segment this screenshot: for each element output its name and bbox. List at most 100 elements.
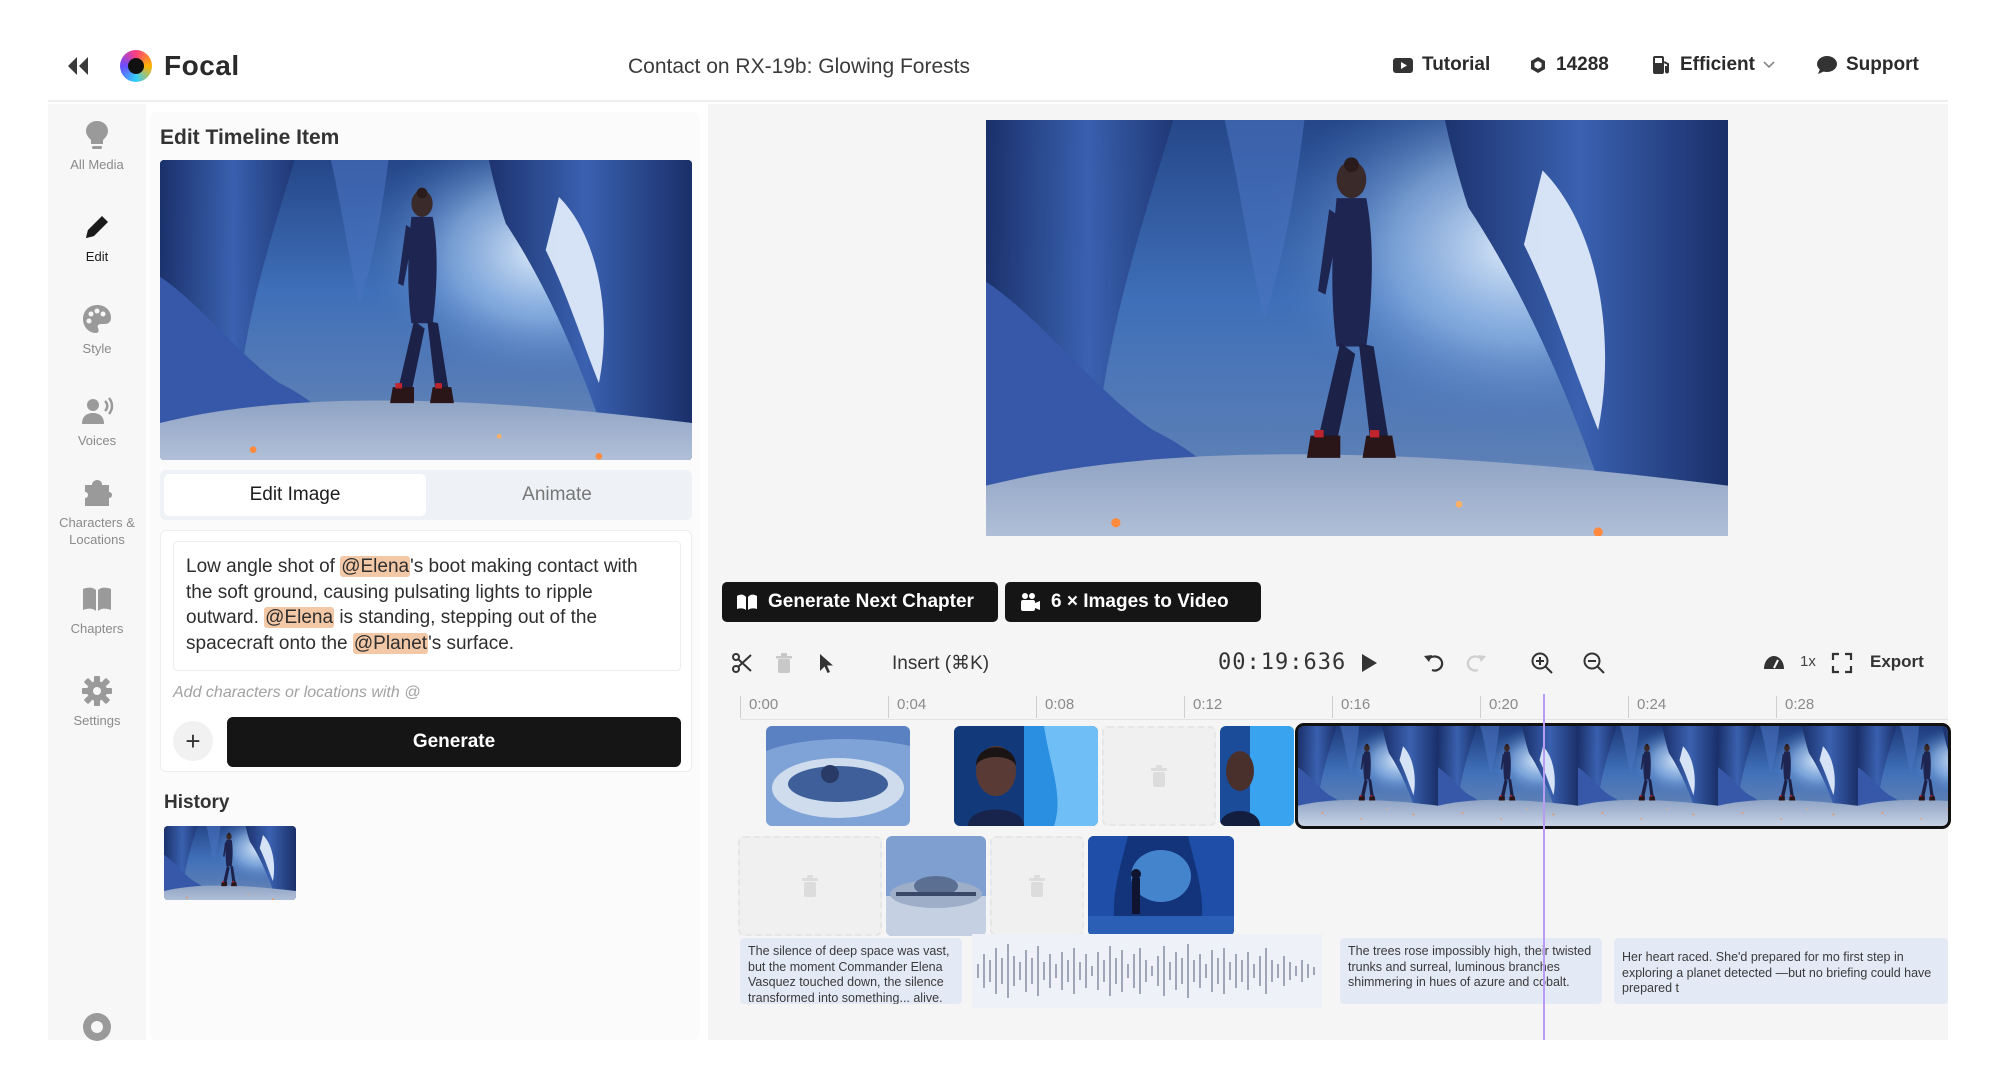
sidebar-item-style[interactable]: Style — [48, 302, 146, 357]
zoom-out-button[interactable] — [1582, 650, 1606, 676]
ruler-tick: 0:16 — [1332, 696, 1370, 718]
timeline-clip[interactable] — [886, 836, 986, 936]
generate-next-chapter-button[interactable]: Generate Next Chapter — [722, 582, 998, 622]
timeline-ruler[interactable]: 0:00 0:04 0:08 0:12 0:16 0:20 0:24 0:28 — [740, 692, 1948, 720]
prompt-textarea[interactable]: Low angle shot of @Elena's boot making c… — [173, 541, 681, 671]
pencil-icon — [86, 216, 108, 238]
empty-clip-placeholder[interactable] — [990, 836, 1084, 936]
insert-label[interactable]: Insert (⌘K) — [892, 652, 989, 675]
ruler-tick: 0:28 — [1776, 696, 1814, 718]
left-sidebar: All Media Edit Style Voices Characters &… — [48, 104, 146, 1041]
spaceship-thumbnail — [886, 836, 986, 936]
history-item[interactable] — [164, 826, 296, 900]
woman-forest-thumbnail — [1088, 836, 1234, 936]
tab-edit-image[interactable]: Edit Image — [164, 474, 426, 516]
gear-icon — [82, 676, 112, 706]
chevron-down-icon — [1763, 61, 1775, 69]
sidebar-item-all-media[interactable]: All Media — [48, 118, 146, 173]
app-name: Focal — [164, 50, 240, 81]
ruler-tick: 0:04 — [888, 696, 926, 718]
add-reference-button[interactable]: + — [173, 721, 213, 761]
tutorial-label: Tutorial — [1422, 54, 1491, 75]
delete-button[interactable] — [772, 650, 796, 676]
fuel-pump-icon — [1653, 56, 1669, 74]
double-chevron-left-icon — [68, 57, 88, 75]
narration-clip[interactable]: The trees rose impossibly high, their tw… — [1340, 938, 1602, 1004]
timeline-toolbar: Insert (⌘K) 00:19:636 1x Export — [722, 638, 1948, 688]
redo-button[interactable] — [1464, 650, 1488, 676]
export-button[interactable]: Export — [1870, 652, 1924, 672]
cursor-icon — [820, 654, 833, 673]
voice-icon — [82, 397, 114, 424]
audio-waveform[interactable] — [972, 934, 1322, 1008]
narration-text: The silence of deep space was vast, but … — [748, 944, 950, 1004]
select-tool-button[interactable] — [814, 650, 838, 676]
credits-count: 14288 — [1556, 54, 1609, 75]
mention-tag[interactable]: @Elena — [340, 556, 411, 577]
ruler-tick: 0:12 — [1184, 696, 1222, 718]
empty-clip-placeholder[interactable] — [1102, 726, 1216, 826]
sidebar-item-label-line2: Locations — [69, 532, 125, 547]
play-button[interactable] — [1356, 650, 1380, 676]
sidebar-item-edit[interactable]: Edit — [48, 210, 146, 265]
sidebar-item-settings[interactable]: Settings — [48, 674, 146, 729]
woman-profile-thumbnail — [1220, 726, 1294, 826]
zoom-out-icon — [1583, 652, 1605, 674]
images-to-video-button[interactable]: 6 × Images to Video — [1005, 582, 1261, 622]
app-logo[interactable]: Focal — [120, 50, 240, 82]
ruler-tick: 0:20 — [1480, 696, 1518, 718]
credits-indicator[interactable]: 14288 — [1528, 54, 1609, 76]
narration-clip[interactable]: Her heart raced. She'd prepared for mo f… — [1614, 938, 1948, 1004]
playback-speed-button[interactable] — [1762, 650, 1786, 676]
focal-logo-icon — [120, 50, 152, 82]
main-preview-image — [986, 120, 1728, 536]
sidebar-item-characters-locations[interactable]: Characters & Locations — [48, 476, 146, 548]
trash-icon — [802, 875, 818, 897]
mention-tag[interactable]: @Planet — [352, 632, 429, 654]
collapse-back-button[interactable] — [64, 52, 92, 80]
sidebar-item-label: All Media — [70, 157, 124, 172]
timeline-clip[interactable] — [766, 726, 910, 826]
tutorial-button[interactable]: Tutorial — [1392, 54, 1490, 76]
images-to-video-label: 6 × Images to Video — [1051, 591, 1229, 612]
tab-animate[interactable]: Animate — [426, 474, 688, 516]
panel-title: Edit Timeline Item — [160, 126, 340, 149]
support-button[interactable]: Support — [1816, 54, 1919, 76]
fullscreen-button[interactable] — [1830, 650, 1854, 676]
empty-clip-placeholder[interactable] — [738, 836, 882, 936]
prompt-card: Low angle shot of @Elena's boot making c… — [160, 530, 692, 772]
project-title[interactable]: Contact on RX-19b: Glowing Forests — [628, 55, 970, 79]
sidebar-item-label: Voices — [77, 433, 117, 448]
zoom-in-button[interactable] — [1530, 650, 1554, 676]
sidebar-help-item[interactable] — [48, 1010, 146, 1048]
trash-icon — [776, 653, 792, 673]
mention-tag[interactable]: @Elena — [264, 607, 335, 628]
undo-button[interactable] — [1422, 650, 1446, 676]
zoom-in-icon — [1531, 652, 1553, 674]
playhead[interactable] — [1543, 694, 1545, 1040]
sidebar-item-label: Characters & — [59, 515, 135, 530]
main-editor: Generate Next Chapter 6 × Images to Vide… — [708, 104, 1951, 1040]
selected-item-image — [160, 160, 692, 460]
generate-button[interactable]: Generate — [227, 717, 681, 767]
mention-hint: Add characters or locations with @ — [173, 684, 421, 701]
playhead-timecode: 00:19:636 — [1218, 650, 1347, 675]
playback-speed-label[interactable]: 1x — [1800, 653, 1816, 670]
top-header: Focal Contact on RX-19b: Glowing Forests… — [48, 30, 1948, 102]
fullscreen-icon — [1831, 652, 1853, 674]
timeline-clip[interactable] — [954, 726, 1098, 826]
selected-timeline-clip[interactable] — [1295, 723, 1951, 829]
scissors-button[interactable] — [730, 650, 754, 676]
spacecraft-cockpit-thumbnail — [766, 726, 910, 826]
palette-icon — [83, 305, 111, 333]
prompt-text: 's surface. — [428, 632, 515, 654]
narration-clip[interactable]: The silence of deep space was vast, but … — [740, 938, 962, 1004]
timeline-clip[interactable] — [1220, 726, 1294, 826]
timeline-clip[interactable] — [1088, 836, 1234, 936]
sidebar-item-voices[interactable]: Voices — [48, 394, 146, 449]
forest-scene-filmstrip — [1298, 726, 1948, 826]
sidebar-item-chapters[interactable]: Chapters — [48, 582, 146, 637]
woman-portrait-thumbnail — [954, 726, 1098, 826]
lightbulb-icon — [86, 121, 108, 149]
mode-dropdown[interactable]: Efficient — [1650, 54, 1775, 76]
